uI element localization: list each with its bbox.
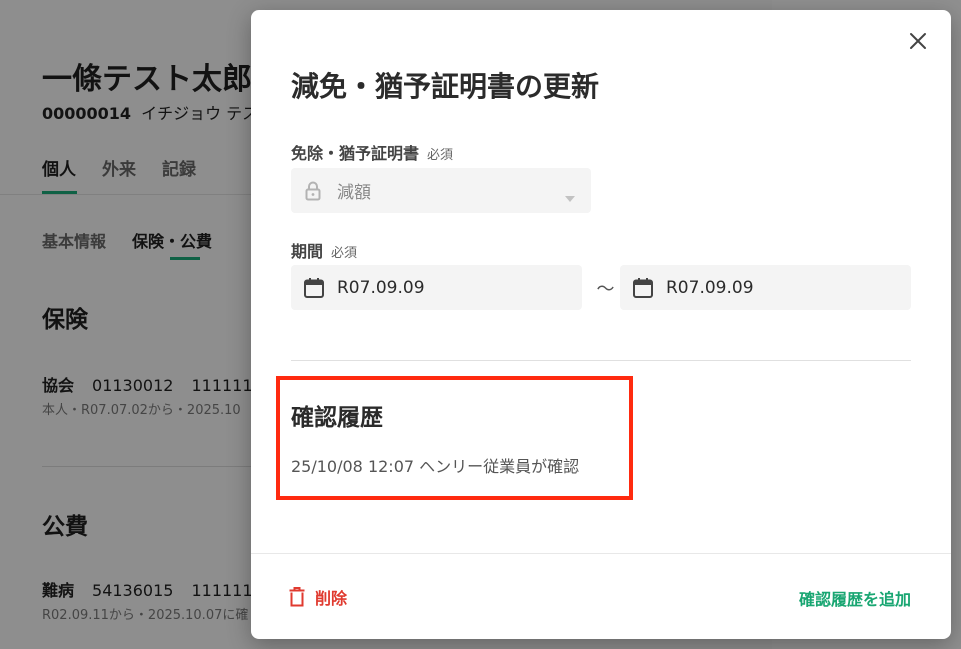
period-start-value: R07.09.09 xyxy=(337,277,425,298)
certificate-label: 免除・猶予証明書 必須 xyxy=(291,140,453,164)
dialog-title: 減免・猶予証明書の更新 xyxy=(291,70,600,103)
certificate-select: 減額 xyxy=(291,168,591,213)
section-divider xyxy=(291,360,911,361)
period-end-input[interactable]: R07.09.09 xyxy=(620,265,911,310)
certificate-select-value: 減額 xyxy=(337,183,371,203)
footer-divider xyxy=(251,553,951,554)
trash-icon xyxy=(289,587,307,607)
period-label-text: 期間 xyxy=(291,242,324,261)
certificate-label-text: 免除・猶予証明書 xyxy=(291,144,420,163)
period-required-badge: 必須 xyxy=(331,246,358,261)
period-separator: 〜 xyxy=(596,279,615,300)
period-start-input[interactable]: R07.09.09 xyxy=(291,265,582,310)
delete-button[interactable]: 削除 xyxy=(289,585,347,609)
delete-label: 削除 xyxy=(315,589,348,608)
calendar-icon xyxy=(303,277,325,299)
period-end-value: R07.09.09 xyxy=(666,277,754,298)
close-icon xyxy=(909,32,927,54)
highlight-box xyxy=(276,376,633,500)
close-button[interactable] xyxy=(905,30,931,56)
period-label: 期間 必須 xyxy=(291,238,357,262)
certificate-required-badge: 必須 xyxy=(427,148,454,163)
add-history-button[interactable]: 確認履歴を追加 xyxy=(799,586,911,610)
caret-down-icon xyxy=(565,187,575,206)
lock-icon xyxy=(303,180,323,202)
certificate-update-dialog: 減免・猶予証明書の更新 免除・猶予証明書 必須 減額 期間 必須 R07.09.09… xyxy=(251,10,951,639)
calendar-icon xyxy=(632,277,654,299)
